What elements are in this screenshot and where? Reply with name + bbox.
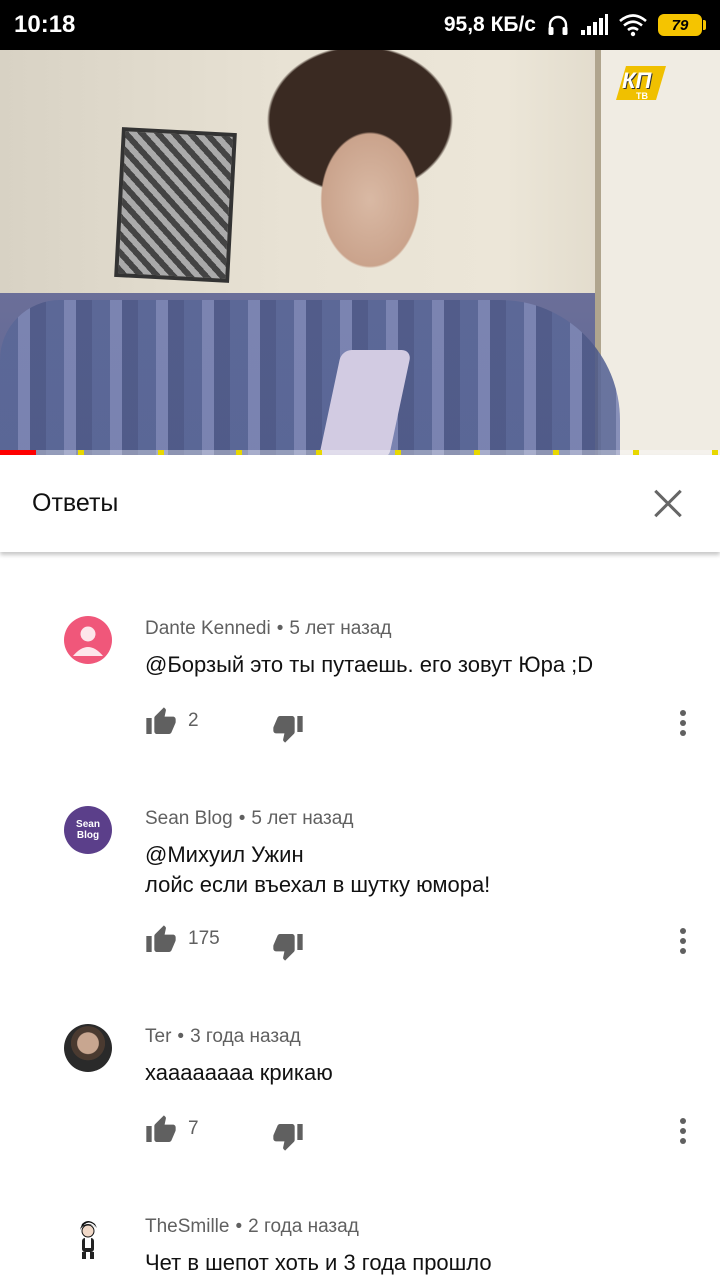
list-item: Sean Blog Sean Blog • 5 лет назад @Михуил … (0, 800, 720, 1018)
status-bar: 10:18 95,8 КБ/с 79 (0, 0, 720, 50)
default-avatar-icon (73, 626, 103, 656)
avatar[interactable] (64, 1024, 112, 1072)
status-time: 10:18 (14, 11, 76, 38)
comment-text: хаааааааа крикаю (145, 1060, 333, 1085)
avatar-label: Sean Blog (76, 819, 100, 841)
replies-header: Ответы (0, 455, 720, 552)
battery-icon: 79 (658, 14, 706, 36)
thumbs-down-icon[interactable] (272, 1120, 304, 1152)
wifi-icon (619, 14, 647, 37)
replies-list[interactable]: Dante Kennedi • 5 лет назад @Борзый это ты… (0, 552, 720, 1280)
comment-text: Чет в шепот хоть и 3 года прошло (145, 1250, 492, 1275)
network-speed: 95,8 КБ/с (443, 13, 536, 36)
comment-meta: Dante Kennedi • 5 лет назад (145, 618, 392, 639)
avatar[interactable] (64, 616, 112, 664)
comment-author[interactable]: Ter (145, 1026, 171, 1047)
headphones-icon (548, 15, 568, 35)
thumbs-up-icon[interactable] (145, 1114, 177, 1146)
channel-watermark-logo: КП ТВ (612, 58, 670, 106)
battery-level: 79 (658, 14, 702, 36)
comment-text: @Михуил Ужин лойс если въехал в шутку юм… (145, 842, 491, 897)
replies-title: Ответы (32, 489, 119, 517)
thumbs-up-icon[interactable] (145, 706, 177, 738)
close-icon[interactable] (648, 484, 688, 524)
more-vert-icon[interactable] (675, 710, 691, 740)
like-count: 175 (188, 928, 220, 949)
comment-meta: TheSmille • 2 года назад (145, 1216, 359, 1237)
more-vert-icon[interactable] (675, 928, 691, 958)
thumbs-up-icon[interactable] (145, 924, 177, 956)
comment-meta: Sean Blog • 5 лет назад (145, 808, 354, 829)
comment-time: 5 лет назад (289, 618, 392, 639)
thumbs-down-icon[interactable] (272, 930, 304, 962)
like-count: 2 (188, 710, 199, 731)
background-poster (114, 127, 237, 283)
avatar[interactable]: Sean Blog (64, 806, 112, 854)
comment-actions: 7 (145, 1114, 720, 1152)
comment-actions: 2 (145, 706, 720, 744)
comment-author[interactable]: TheSmille (145, 1216, 229, 1237)
comment-actions: 175 (145, 924, 720, 962)
video-player[interactable]: КП ТВ (0, 50, 720, 455)
comment-meta: Ter • 3 года назад (145, 1026, 301, 1047)
comment-time: 2 года назад (248, 1216, 359, 1237)
comment-text: @Борзый это ты путаешь. его зовут Юра ;D (145, 652, 594, 677)
thumbs-down-icon[interactable] (272, 712, 304, 744)
avatar[interactable] (64, 1214, 112, 1262)
list-item: Dante Kennedi • 5 лет назад @Борзый это ты… (0, 610, 720, 800)
video-person-shirt (0, 300, 620, 455)
cartoon-avatar-icon (80, 1221, 97, 1259)
comment-author[interactable]: Dante Kennedi (145, 618, 271, 639)
comment-time: 3 года назад (190, 1026, 301, 1047)
signal-icon (581, 14, 608, 35)
list-item: TheSmille • 2 года назад Чет в шепот хоть … (0, 1208, 720, 1280)
comment-time: 5 лет назад (251, 808, 354, 829)
more-vert-icon[interactable] (675, 1118, 691, 1148)
like-count: 7 (188, 1118, 199, 1139)
list-item: Ter • 3 года назад хаааааааа крикаю 7 (0, 1018, 720, 1208)
comment-author[interactable]: Sean Blog (145, 808, 233, 829)
status-right: 95,8 КБ/с 79 (444, 13, 706, 37)
